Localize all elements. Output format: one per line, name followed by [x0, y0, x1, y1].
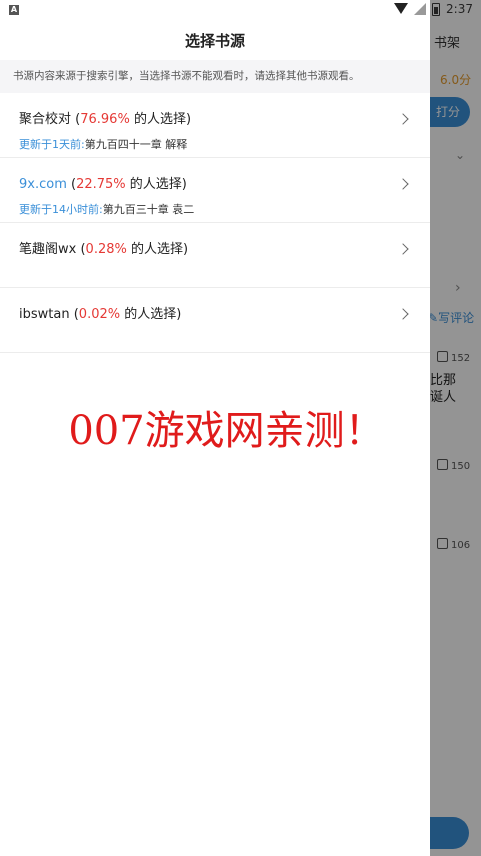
chevron-right-icon — [397, 243, 409, 255]
source-name-line: 笔趣阁wx (0.28% 的人选择) — [19, 238, 188, 257]
source-suffix: 的人选择) — [125, 177, 187, 192]
source-percent: 0.02% — [78, 307, 121, 322]
source-name-line: ibswtan (0.02% 的人选择) — [19, 303, 181, 322]
wifi-icon — [394, 3, 409, 15]
source-item[interactable]: ibswtan (0.02% 的人选择) — [0, 288, 430, 353]
source-name: ibswtan — [19, 307, 70, 322]
source-name: 聚合校对 — [19, 112, 72, 127]
source-paren-open: ( — [66, 177, 77, 192]
source-name: 笔趣阁wx — [19, 242, 77, 257]
source-name-line: 聚合校对 (76.96% 的人选择) — [19, 108, 191, 127]
source-notice: 书源内容来源于搜索引擎，当选择书源不能观看时，请选择其他书源观看。 — [0, 60, 430, 93]
source-latest-chapter: 第九百三十章 袁二 — [102, 203, 195, 216]
notification-icon: A — [9, 5, 19, 15]
source-name: 9x.com — [19, 177, 67, 192]
source-item[interactable]: 聚合校对 (76.96% 的人选择) 更新于1天前:第九百四十一章 解释 — [0, 93, 430, 158]
status-time: 2:37 — [446, 2, 473, 16]
sheet-title: 选择书源 — [184, 32, 245, 50]
chevron-right-icon — [397, 178, 409, 190]
source-update-line: 更新于14小时前:第九百三十章 袁二 — [19, 201, 194, 217]
source-percent: 0.28% — [85, 242, 127, 257]
source-item[interactable]: 9x.com (22.75% 的人选择) 更新于14小时前:第九百三十章 袁二 — [0, 158, 430, 223]
source-suffix: 的人选择) — [126, 242, 189, 257]
source-item[interactable]: 笔趣阁wx (0.28% 的人选择) — [0, 223, 430, 288]
source-name-line: 9x.com (22.75% 的人选择) — [19, 173, 187, 192]
source-list: 聚合校对 (76.96% 的人选择) 更新于1天前:第九百四十一章 解释 9x.… — [0, 93, 430, 353]
status-bar: A 2:37 — [0, 0, 481, 22]
battery-icon — [432, 2, 441, 16]
chevron-right-icon — [397, 308, 409, 320]
source-percent: 22.75% — [76, 177, 126, 192]
watermark-text: 007游戏网亲测！ — [68, 408, 385, 454]
source-suffix: 的人选择) — [120, 307, 182, 322]
source-percent: 76.96% — [80, 112, 130, 127]
signal-icon — [414, 3, 427, 15]
source-update-tag: 更新于1天前: — [19, 138, 85, 151]
source-paren-open: ( — [76, 242, 86, 257]
source-latest-chapter: 第九百四十一章 解释 — [84, 138, 188, 151]
source-paren-open: ( — [69, 307, 79, 322]
source-update-tag: 更新于14小时前: — [19, 203, 103, 216]
status-icons: 2:37 — [394, 2, 473, 16]
source-update-line: 更新于1天前:第九百四十一章 解释 — [19, 136, 187, 152]
chevron-right-icon — [397, 113, 409, 125]
source-paren-open: ( — [71, 112, 81, 127]
source-suffix: 的人选择) — [129, 112, 192, 127]
